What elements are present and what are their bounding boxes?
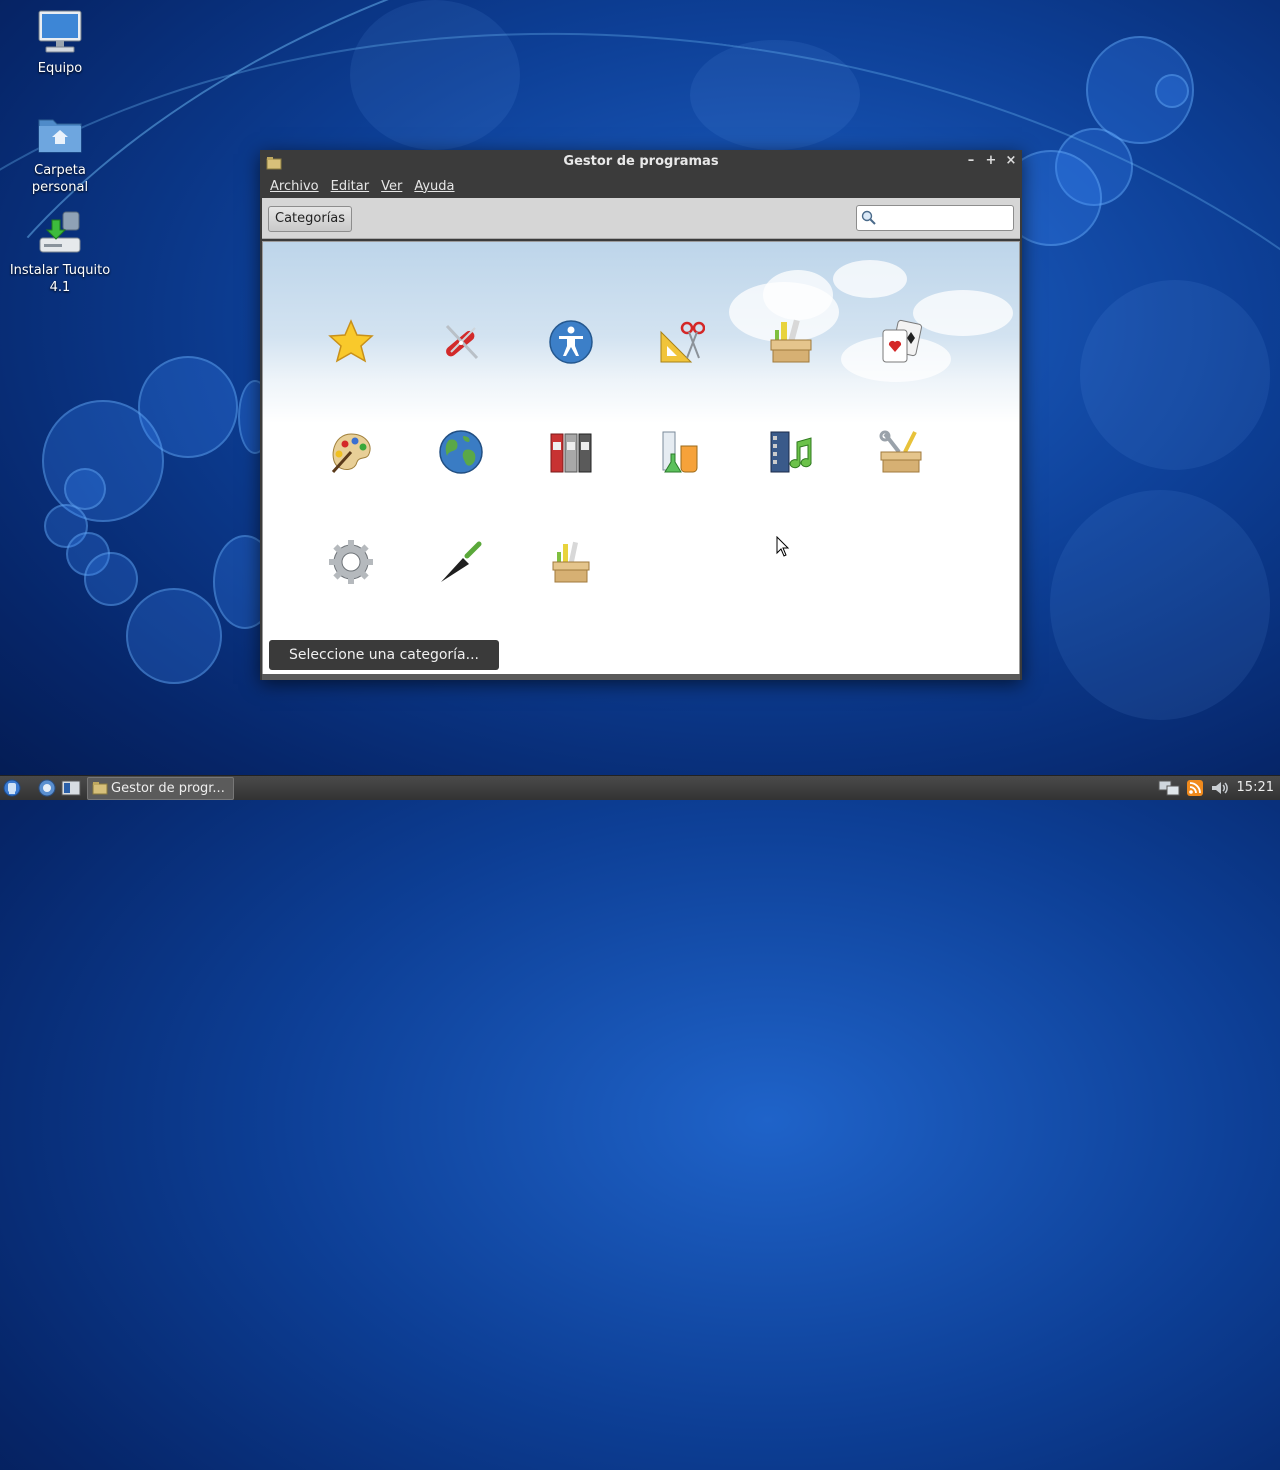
paint-palette-icon	[331, 433, 371, 474]
desktop-icon-label: Instalar Tuquito 4.1	[9, 263, 111, 295]
window-titlebar[interactable]: Gestor de programas – + ×	[260, 150, 1022, 174]
menu-editar[interactable]: Editar	[325, 179, 376, 194]
start-menu-icon[interactable]	[3, 779, 21, 797]
desktop-icon-label: Carpeta personal	[31, 163, 89, 195]
desktop-icon-label: Equipo	[37, 61, 83, 76]
show-desktop-icon[interactable]	[61, 779, 81, 797]
window-title: Gestor de programas	[563, 154, 719, 169]
category-construction[interactable]	[431, 530, 491, 590]
toolbox-small-icon	[552, 541, 590, 583]
status-tooltip: Seleccione una categoría...	[269, 640, 499, 670]
search-input[interactable]	[879, 208, 1009, 228]
category-development[interactable]	[761, 310, 821, 370]
swiss-knife-icon	[445, 324, 479, 360]
desktop-icon-instalar-tuquito[interactable]: Instalar Tuquito 4.1	[5, 210, 115, 296]
desktop-icon-equipo[interactable]: Equipo	[5, 8, 115, 77]
category-grid: Seleccione una categoría...	[262, 241, 1020, 675]
gear-icon	[329, 540, 373, 584]
taskbar: Gestor de progr... 15:21	[0, 775, 1280, 800]
binders-icon	[550, 433, 592, 473]
category-other[interactable]	[541, 530, 601, 590]
close-button[interactable]: ×	[1004, 153, 1018, 169]
ruler-scissors-icon	[660, 321, 705, 363]
clock[interactable]: 15:21	[1237, 780, 1274, 795]
toolbar: Categorías	[262, 198, 1020, 239]
science-flasks-icon	[662, 431, 698, 473]
menu-ver[interactable]: Ver	[375, 179, 408, 194]
computer-icon	[38, 10, 82, 53]
category-office[interactable]	[541, 420, 601, 480]
category-multimedia[interactable]	[761, 420, 821, 480]
categories-button[interactable]: Categorías	[268, 206, 353, 232]
app-package-icon	[92, 782, 108, 795]
minimize-button[interactable]: –	[964, 153, 978, 169]
category-accessories[interactable]	[431, 310, 491, 370]
menu-archivo[interactable]: Archivo	[264, 179, 325, 194]
toolbox-icon	[770, 319, 812, 363]
network-icon[interactable]	[1158, 779, 1180, 797]
window-bottom-edge	[262, 674, 1020, 680]
installer-icon	[39, 211, 81, 253]
multimedia-icon	[770, 431, 812, 473]
volume-icon[interactable]	[1210, 779, 1230, 797]
home-folder-icon	[38, 119, 82, 153]
taskbar-item-label: Gestor de progr...	[111, 781, 225, 796]
category-graphics[interactable]	[321, 420, 381, 480]
desktop-icon-carpeta-personal[interactable]: Carpeta personal	[5, 110, 115, 196]
software-manager-window: Gestor de programas – + × Archivo Editar…	[260, 150, 1022, 680]
category-science[interactable]	[651, 420, 711, 480]
mouse-cursor-icon	[776, 536, 790, 557]
trowel-icon	[441, 541, 482, 582]
globe-icon	[439, 430, 483, 474]
menu-bar: Archivo Editar Ver Ayuda	[260, 174, 1022, 198]
category-star[interactable]	[321, 310, 381, 370]
system-tools-icon	[879, 430, 922, 473]
search-box[interactable]	[856, 205, 1014, 231]
rss-feed-icon[interactable]	[1186, 779, 1204, 797]
taskbar-item-software-manager[interactable]: Gestor de progr...	[87, 777, 234, 800]
category-settings[interactable]	[321, 530, 381, 590]
category-internet[interactable]	[431, 420, 491, 480]
category-education[interactable]	[651, 310, 711, 370]
star-icon	[328, 319, 374, 363]
browser-launcher-icon[interactable]	[38, 779, 56, 797]
maximize-button[interactable]: +	[984, 153, 998, 169]
category-system-tools[interactable]	[871, 420, 931, 480]
search-icon	[861, 210, 876, 225]
menu-ayuda[interactable]: Ayuda	[408, 179, 460, 194]
category-games[interactable]	[871, 310, 931, 370]
category-accessibility[interactable]	[541, 310, 601, 370]
accessibility-icon	[549, 320, 593, 364]
playing-cards-icon	[882, 319, 923, 363]
